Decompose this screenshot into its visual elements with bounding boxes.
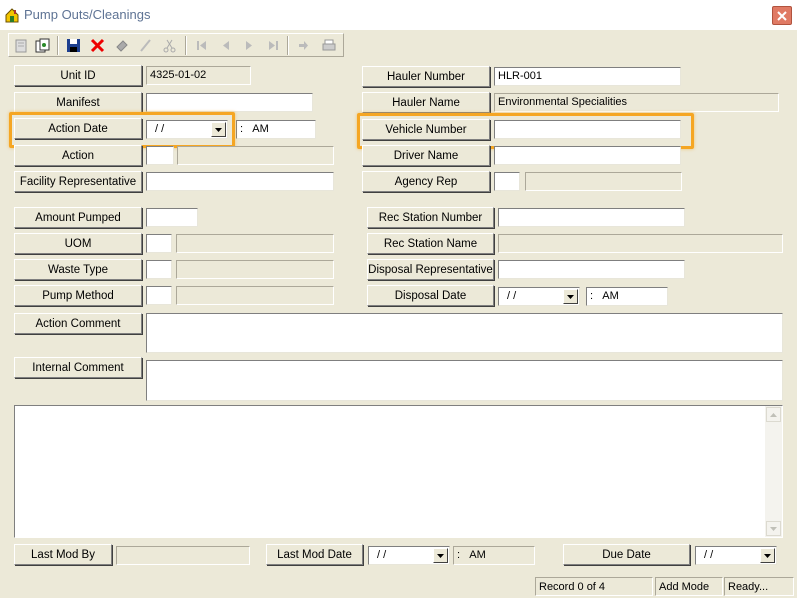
hauler-name-field: Environmental Specialities [494, 93, 779, 112]
prev-record-icon[interactable] [215, 36, 235, 55]
chevron-down-icon[interactable] [760, 548, 775, 563]
last-record-icon[interactable] [263, 36, 283, 55]
hauler-name-label[interactable]: Hauler Name [362, 92, 490, 113]
last-mod-by-label[interactable]: Last Mod By [14, 544, 112, 565]
action-description-field [177, 146, 334, 165]
title-bar: Pump Outs/Cleanings [0, 0, 797, 30]
window-title: Pump Outs/Cleanings [24, 7, 151, 22]
unit-id-field: 4325-01-02 [146, 66, 251, 85]
house-icon [4, 7, 20, 23]
disposal-date-label[interactable]: Disposal Date [367, 285, 494, 306]
cut-icon[interactable] [159, 36, 179, 55]
first-record-icon[interactable] [191, 36, 211, 55]
records-list[interactable] [14, 405, 783, 538]
last-mod-date-label[interactable]: Last Mod Date [266, 544, 363, 565]
disposal-rep-field[interactable] [498, 260, 685, 279]
amount-pumped-label[interactable]: Amount Pumped [14, 207, 142, 228]
scroll-down-icon[interactable] [766, 521, 781, 536]
delete-icon[interactable] [87, 36, 107, 55]
due-date-picker[interactable]: / / [695, 546, 777, 565]
last-mod-time-field: : AM [453, 546, 535, 565]
chevron-down-icon[interactable] [563, 289, 578, 304]
agency-rep-code-field[interactable] [494, 172, 520, 191]
facility-rep-label[interactable]: Facility Representative [14, 171, 142, 192]
uom-label[interactable]: UOM [14, 233, 142, 254]
due-date-label[interactable]: Due Date [563, 544, 690, 565]
rec-station-number-label[interactable]: Rec Station Number [367, 207, 494, 228]
driver-name-label[interactable]: Driver Name [362, 145, 490, 166]
waste-type-description-field [176, 260, 334, 279]
rec-station-number-field[interactable] [498, 208, 685, 227]
pump-method-label[interactable]: Pump Method [14, 285, 142, 306]
action-time-field[interactable]: : AM [236, 120, 316, 139]
amount-pumped-field[interactable] [146, 208, 198, 227]
manifest-label[interactable]: Manifest [14, 92, 142, 113]
chevron-down-icon[interactable] [433, 548, 448, 563]
print-icon[interactable] [319, 36, 339, 55]
status-mode: Add Mode [655, 577, 723, 596]
toolbar [8, 33, 344, 57]
last-mod-time-ampm: AM [469, 549, 486, 561]
last-mod-time-separator: : [457, 549, 461, 561]
hauler-number-field[interactable]: HLR-001 [494, 67, 681, 86]
action-code-field[interactable] [146, 146, 174, 165]
goto-icon[interactable] [293, 36, 313, 55]
disposal-time-ampm: AM [602, 290, 619, 302]
rec-station-name-field [498, 234, 783, 253]
edit-icon[interactable] [135, 36, 155, 55]
next-record-icon[interactable] [239, 36, 259, 55]
waste-type-label[interactable]: Waste Type [14, 259, 142, 280]
action-time-ampm: AM [252, 123, 269, 135]
uom-code-field[interactable] [146, 234, 172, 253]
internal-comment-field[interactable] [146, 360, 783, 401]
save-icon[interactable] [63, 36, 83, 55]
last-mod-date-picker[interactable]: / / [368, 546, 450, 565]
waste-type-code-field[interactable] [146, 260, 172, 279]
action-label[interactable]: Action [14, 145, 142, 166]
internal-comment-label[interactable]: Internal Comment [14, 357, 142, 378]
agency-rep-name-field [525, 172, 682, 191]
close-button[interactable] [772, 6, 792, 25]
uom-description-field [176, 234, 334, 253]
pump-method-description-field [176, 286, 334, 305]
status-state: Ready... [724, 577, 794, 596]
vehicle-number-highlight [357, 113, 694, 149]
last-mod-date-value: / / [377, 549, 387, 561]
disposal-time-field[interactable]: : AM [586, 287, 668, 306]
status-record-count: Record 0 of 4 [535, 577, 653, 596]
notepad-icon[interactable] [11, 36, 31, 55]
disposal-rep-label[interactable]: Disposal Representative [367, 259, 494, 280]
rec-station-name-label[interactable]: Rec Station Name [367, 233, 494, 254]
action-time-separator: : [240, 123, 244, 135]
facility-rep-field[interactable] [146, 172, 334, 191]
close-icon [777, 11, 787, 21]
unit-id-label[interactable]: Unit ID [14, 65, 142, 86]
last-mod-by-field [116, 546, 250, 565]
manifest-field[interactable] [146, 93, 313, 112]
disposal-date-picker[interactable]: / / [498, 287, 580, 306]
agency-rep-label[interactable]: Agency Rep [362, 171, 490, 192]
disposal-date-value: / / [507, 290, 517, 302]
pump-method-code-field[interactable] [146, 286, 172, 305]
due-date-value: / / [704, 549, 714, 561]
action-comment-field[interactable] [146, 313, 783, 353]
scroll-up-icon[interactable] [766, 407, 781, 422]
hauler-number-label[interactable]: Hauler Number [362, 66, 490, 87]
action-comment-label[interactable]: Action Comment [14, 313, 142, 334]
erase-icon[interactable] [111, 36, 131, 55]
action-date-highlight [9, 112, 235, 148]
driver-name-field[interactable] [494, 146, 681, 165]
vertical-scrollbar[interactable] [765, 406, 782, 537]
disposal-time-separator: : [590, 290, 594, 302]
copy-icon[interactable] [33, 36, 53, 55]
